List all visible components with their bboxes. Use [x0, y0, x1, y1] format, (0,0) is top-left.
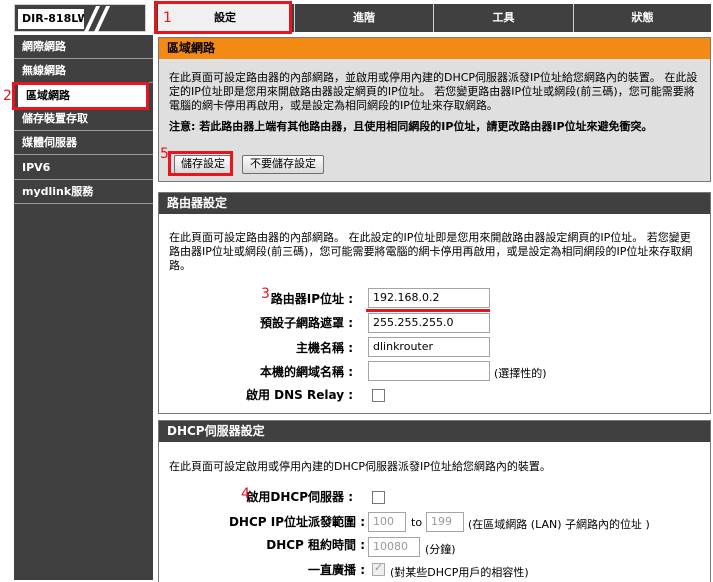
annotation-box-save — [168, 151, 233, 176]
always-broadcast-label: 一直廣播 : — [308, 563, 365, 577]
always-broadcast-checkbox[interactable] — [372, 561, 385, 576]
annotation-number: 2 — [3, 88, 12, 104]
brand-logo: DIR-818LW — [14, 4, 146, 32]
broadcast-note: (對某些DHCP用戶的相容性) — [390, 566, 529, 579]
panel-title: 路由器設定 — [159, 193, 710, 214]
panel-description: 在此頁面可設定路由器的內部網路。 在此設定的IP位址即是您用來開啟路由器設定網頁… — [169, 231, 693, 272]
host-name-label: 主機名稱 : — [296, 341, 353, 355]
tab-status[interactable]: 狀態 — [574, 4, 711, 32]
sidebar-item-ipv6[interactable]: IPV6 — [14, 156, 153, 180]
dns-relay-checkbox[interactable] — [372, 389, 385, 402]
subnet-mask-label: 預設子網路遮罩 : — [260, 316, 353, 330]
dhcp-range-note: (在區域網路 (LAN) 子網路內的位址 ) — [468, 518, 650, 531]
lease-unit-text: (分鐘) — [425, 543, 456, 556]
domain-optional-note: (選擇性的) — [494, 367, 547, 380]
lan-panel: 區域網路 在此頁面可設定路由器的內部網路，並啟用或停用內建的DHCP伺服器派發I… — [158, 37, 711, 182]
annotation-box-tab — [154, 1, 292, 34]
enable-dhcp-label: 啟用DHCP伺服器 : — [246, 490, 353, 504]
annotation-box-sidebar — [12, 82, 149, 110]
range-to-text: to — [411, 516, 423, 529]
dont-save-button[interactable]: 不要儲存設定 — [242, 155, 324, 174]
sidebar-item-storage[interactable]: 儲存裝置存取 — [14, 107, 153, 131]
sidebar-item-mydlink[interactable]: mydlink服務 — [14, 180, 153, 204]
dhcp-lease-input[interactable]: 10080 — [368, 537, 420, 557]
tab-tools[interactable]: 工具 — [434, 4, 573, 32]
dhcp-lease-label: DHCP 租約時間 : — [266, 538, 365, 552]
dhcp-range-label: DHCP IP位址派發範圍 : — [228, 515, 365, 529]
panel-title: DHCP伺服器設定 — [159, 421, 710, 442]
enable-dhcp-checkbox[interactable] — [372, 491, 385, 504]
panel-description: 在此頁面可設定啟用或停用內建的DHCP伺服器派發IP位址給您網路內的裝置。 — [169, 460, 551, 473]
router-ip-input[interactable]: 192.168.0.2 — [368, 288, 490, 308]
sidebar-item-media-server[interactable]: 媒體伺服器 — [14, 131, 153, 155]
dhcp-range-start-input[interactable]: 100 — [368, 512, 406, 532]
router-settings-panel: 路由器設定 在此頁面可設定路由器的內部網路。 在此設定的IP位址即是您用來開啟路… — [158, 192, 711, 414]
sidebar-item-wireless[interactable]: 無線網路 — [14, 59, 153, 83]
sidebar-item-internet[interactable]: 網際網路 — [14, 35, 153, 59]
tab-advanced[interactable]: 進階 — [295, 4, 433, 32]
annotation-number: 3 — [261, 286, 270, 302]
router-ip-label: 路由器IP位址 : — [270, 292, 353, 306]
annotation-number: 1 — [163, 10, 172, 26]
host-name-input[interactable]: dlinkrouter — [368, 337, 490, 357]
conflict-warning: 注意: 若此路由器上端有其他路由器，且使用相同網段的IP位址，請更改路由器IP位… — [169, 120, 653, 133]
domain-name-label: 本機的網域名稱 : — [260, 365, 353, 379]
dhcp-range-end-input[interactable]: 199 — [426, 512, 464, 532]
sidebar: 網際網路 無線網路 區域網路 儲存裝置存取 媒體伺服器 IPV6 mydlink… — [14, 35, 153, 580]
subnet-mask-input[interactable]: 255.255.255.0 — [368, 313, 490, 333]
annotation-number: 4 — [241, 486, 250, 502]
domain-name-input[interactable] — [368, 361, 490, 381]
dns-relay-label: 啟用 DNS Relay : — [245, 388, 353, 402]
model-name: DIR-818LW — [18, 9, 84, 29]
annotation-underline — [366, 309, 490, 312]
annotation-number: 5 — [160, 146, 169, 162]
panel-title: 區域網路 — [159, 38, 710, 59]
panel-description: 在此頁面可設定路由器的內部網路，並啟用或停用內建的DHCP伺服器派發IP位址給您… — [169, 71, 698, 112]
